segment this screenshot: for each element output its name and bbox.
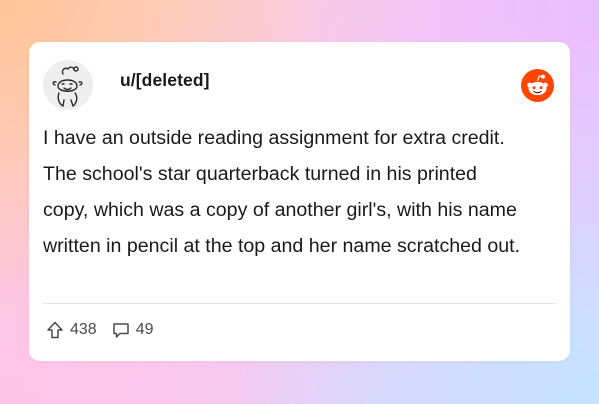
upvote-count: 438: [70, 321, 97, 338]
post-body-line: written in pencil at the top and her nam…: [43, 235, 521, 257]
avatar[interactable]: [43, 60, 93, 110]
post-body: I have an outside reading assignment for…: [43, 120, 563, 264]
username[interactable]: u/[deleted]: [120, 70, 210, 91]
upvote-arrow-icon[interactable]: [45, 320, 65, 340]
comment-bubble-icon[interactable]: [111, 320, 131, 340]
reddit-logo-icon[interactable]: [521, 69, 554, 102]
post-actions: 438 49: [45, 320, 154, 340]
post-body-line: The school's star quarterback turned in …: [43, 163, 477, 185]
snoo-avatar-icon: [52, 66, 83, 107]
post-card: u/[deleted] I have an outside reading as…: [29, 42, 570, 361]
post-body-line: I have an outside reading assignment for…: [43, 127, 505, 149]
divider: [43, 303, 556, 304]
post-body-line: copy, which was a copy of another girl's…: [43, 199, 517, 221]
comment-count: 49: [135, 321, 154, 338]
